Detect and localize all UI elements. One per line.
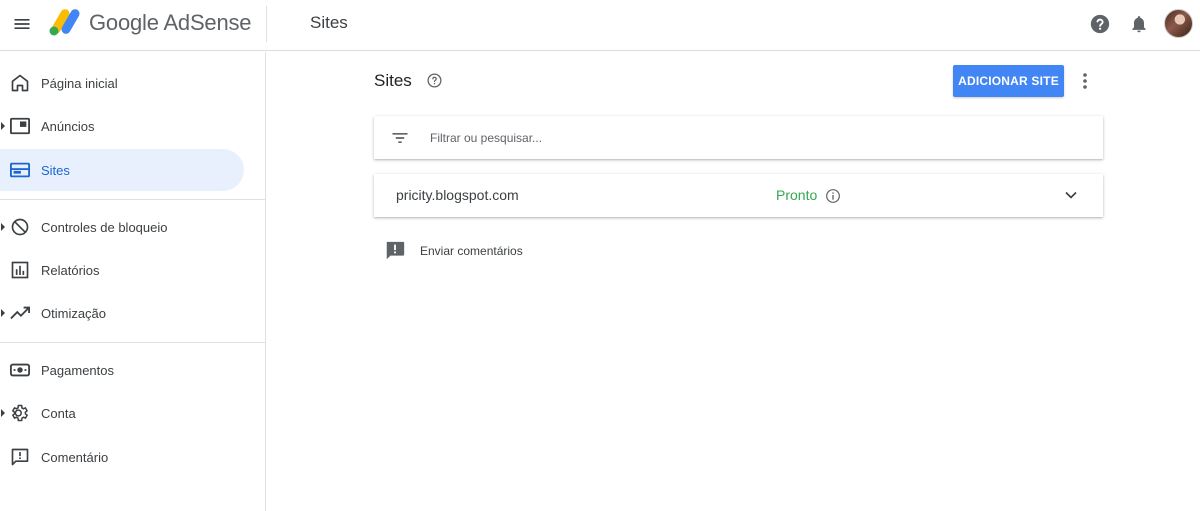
product-name[interactable]: Google AdSense [89,10,252,36]
more-vert-icon [1083,73,1087,89]
sidebar: Página inicial Anúncios Sites Controles … [0,52,266,511]
page-title: Sites [374,71,412,90]
menu-icon [14,19,30,29]
adsense-logo-icon[interactable] [49,9,81,37]
send-feedback-label: Enviar comentários [420,244,523,258]
sidebar-item-account[interactable]: Conta [0,392,244,434]
sidebar-item-optimization[interactable]: Otimização [0,292,244,334]
expand-arrow-icon [1,223,5,231]
header-divider [266,6,267,42]
sidebar-item-payments[interactable]: Pagamentos [0,349,244,391]
expand-arrow-icon [1,122,5,130]
sidebar-item-label: Conta [41,405,76,421]
sidebar-item-reports[interactable]: Relatórios [0,249,244,291]
sidebar-item-ads[interactable]: Anúncios [0,105,244,147]
feedback-icon [9,446,31,468]
help-button[interactable] [1088,12,1112,36]
sidebar-item-blocking-controls[interactable]: Controles de bloqueio [0,206,244,248]
sidebar-item-label: Anúncios [41,118,95,134]
filter-icon[interactable] [390,128,410,148]
sidebar-divider [0,199,265,200]
avatar[interactable] [1164,9,1193,38]
header-page-title: Sites [310,13,348,32]
site-status: Pronto [776,187,818,203]
send-feedback-link[interactable]: Enviar comentários [384,239,523,263]
more-options-button[interactable] [1075,70,1095,92]
gear-icon [9,402,31,424]
top-app-bar: Google AdSense Sites [0,0,1200,51]
sidebar-item-label: Otimização [41,305,107,321]
sidebar-item-label: Sites [41,162,70,178]
expand-arrow-icon [1,409,5,417]
bell-icon [1132,16,1146,33]
help-icon [1090,14,1110,34]
payments-icon [9,359,31,381]
trending-icon [9,302,31,324]
feedback-icon [386,241,405,260]
sidebar-item-sites[interactable]: Sites [0,149,244,191]
sidebar-item-label: Comentário [41,449,109,465]
sidebar-item-label: Relatórios [41,262,100,278]
filter-bar [374,116,1103,159]
menu-button[interactable] [8,10,36,38]
ads-icon [9,115,31,137]
home-icon [9,72,31,94]
sidebar-item-label: Página inicial [41,75,118,91]
block-icon [9,216,31,238]
sidebar-item-label: Controles de bloqueio [41,219,168,235]
sidebar-item-home[interactable]: Página inicial [0,62,244,104]
site-row[interactable]: pricity.blogspot.com Pronto [374,174,1103,217]
add-site-button[interactable]: ADICIONAR SITE [953,65,1064,97]
reports-icon [9,259,31,281]
info-icon[interactable] [825,188,841,204]
expand-arrow-icon [1,309,5,317]
site-domain: pricity.blogspot.com [396,187,519,203]
chevron-down-icon[interactable] [1061,185,1081,205]
notifications-button[interactable] [1127,12,1151,36]
sidebar-item-label: Pagamentos [41,362,114,378]
help-outline-icon[interactable] [426,72,443,89]
sidebar-item-feedback[interactable]: Comentário [0,436,244,478]
sidebar-divider [0,342,265,343]
filter-search-input[interactable] [430,127,1070,149]
sites-icon [9,159,31,181]
